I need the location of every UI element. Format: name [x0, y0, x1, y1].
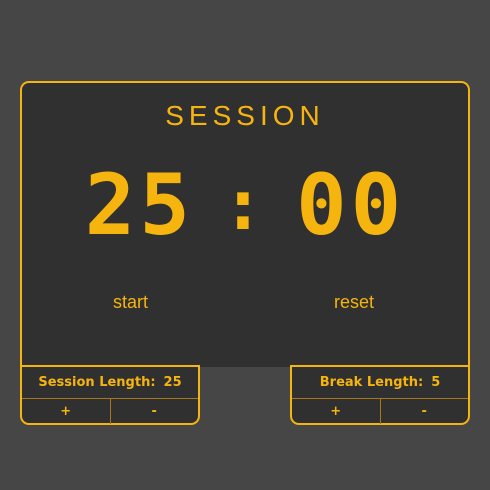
- break-decrement-button[interactable]: -: [379, 399, 469, 424]
- start-button[interactable]: start: [113, 292, 148, 313]
- session-length-controls: + -: [22, 399, 198, 424]
- session-increment-button[interactable]: +: [22, 399, 110, 424]
- timer-separator: :: [221, 164, 269, 246]
- break-length-panel: Break Length: 5 + -: [290, 365, 470, 425]
- break-length-display: Break Length: 5: [292, 367, 468, 399]
- break-increment-button[interactable]: +: [292, 399, 380, 424]
- break-length-value: 5: [431, 375, 441, 390]
- break-length-controls: + -: [292, 399, 468, 424]
- session-length-panel: Session Length: 25 + -: [20, 365, 200, 425]
- timer-display: 25 : 00: [0, 156, 490, 254]
- break-length-label: Break Length:: [319, 375, 424, 390]
- session-decrement-button[interactable]: -: [109, 399, 199, 424]
- timer-minutes: 25: [84, 156, 194, 254]
- timer-seconds: 00: [296, 156, 406, 254]
- session-length-value: 25: [163, 375, 182, 390]
- reset-button[interactable]: reset: [334, 292, 374, 313]
- session-title: SESSION: [165, 100, 325, 131]
- session-length-display: Session Length: 25: [22, 367, 198, 399]
- session-length-label: Session Length:: [38, 375, 156, 390]
